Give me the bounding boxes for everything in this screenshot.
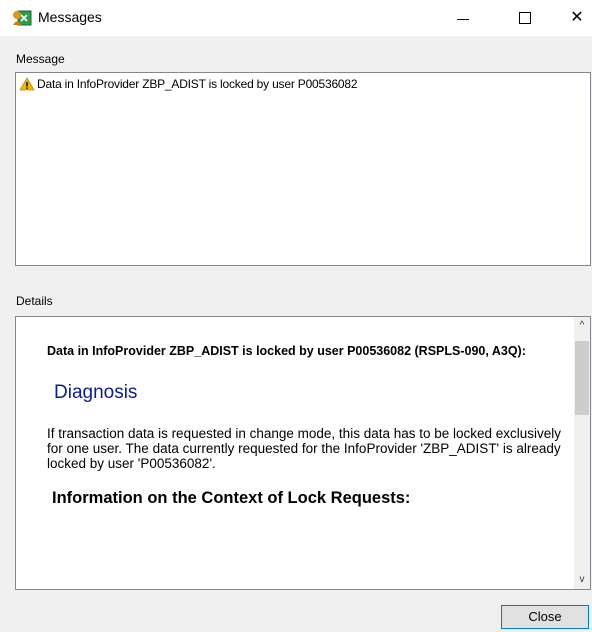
message-text: Data in InfoProvider ZBP_ADIST is locked… [37, 77, 358, 91]
details-heading: Data in InfoProvider ZBP_ADIST is locked… [47, 344, 526, 358]
minimize-button[interactable] [440, 0, 486, 36]
message-section-label: Message [16, 52, 65, 66]
title-bar: Messages ✕ [0, 0, 592, 36]
scroll-down-icon[interactable]: v [577, 575, 587, 585]
info-heading: Information on the Context of Lock Reque… [52, 489, 411, 507]
message-list[interactable]: Data in InfoProvider ZBP_ADIST is locked… [15, 72, 591, 266]
maximize-icon [519, 12, 531, 24]
close-window-button[interactable]: ✕ [562, 0, 592, 36]
details-panel[interactable]: Data in InfoProvider ZBP_ADIST is locked… [15, 316, 591, 590]
details-scrollbar[interactable]: ^ v [574, 317, 590, 589]
minimize-icon [457, 19, 469, 20]
warning-icon [19, 77, 35, 91]
scroll-up-icon[interactable]: ^ [577, 321, 587, 331]
diagnosis-title: Diagnosis [54, 382, 138, 403]
close-icon: ✕ [570, 9, 584, 26]
details-content: Data in InfoProvider ZBP_ADIST is locked… [47, 345, 571, 508]
details-section-label: Details [16, 294, 53, 308]
app-icon [13, 10, 32, 26]
scroll-thumb[interactable] [575, 341, 589, 415]
list-item[interactable]: Data in InfoProvider ZBP_ADIST is locked… [19, 77, 358, 91]
diagnosis-text: If transaction data is requested in chan… [47, 426, 562, 471]
maximize-button[interactable] [502, 0, 548, 36]
window-title: Messages [38, 9, 102, 25]
close-button[interactable]: Close [501, 605, 589, 629]
